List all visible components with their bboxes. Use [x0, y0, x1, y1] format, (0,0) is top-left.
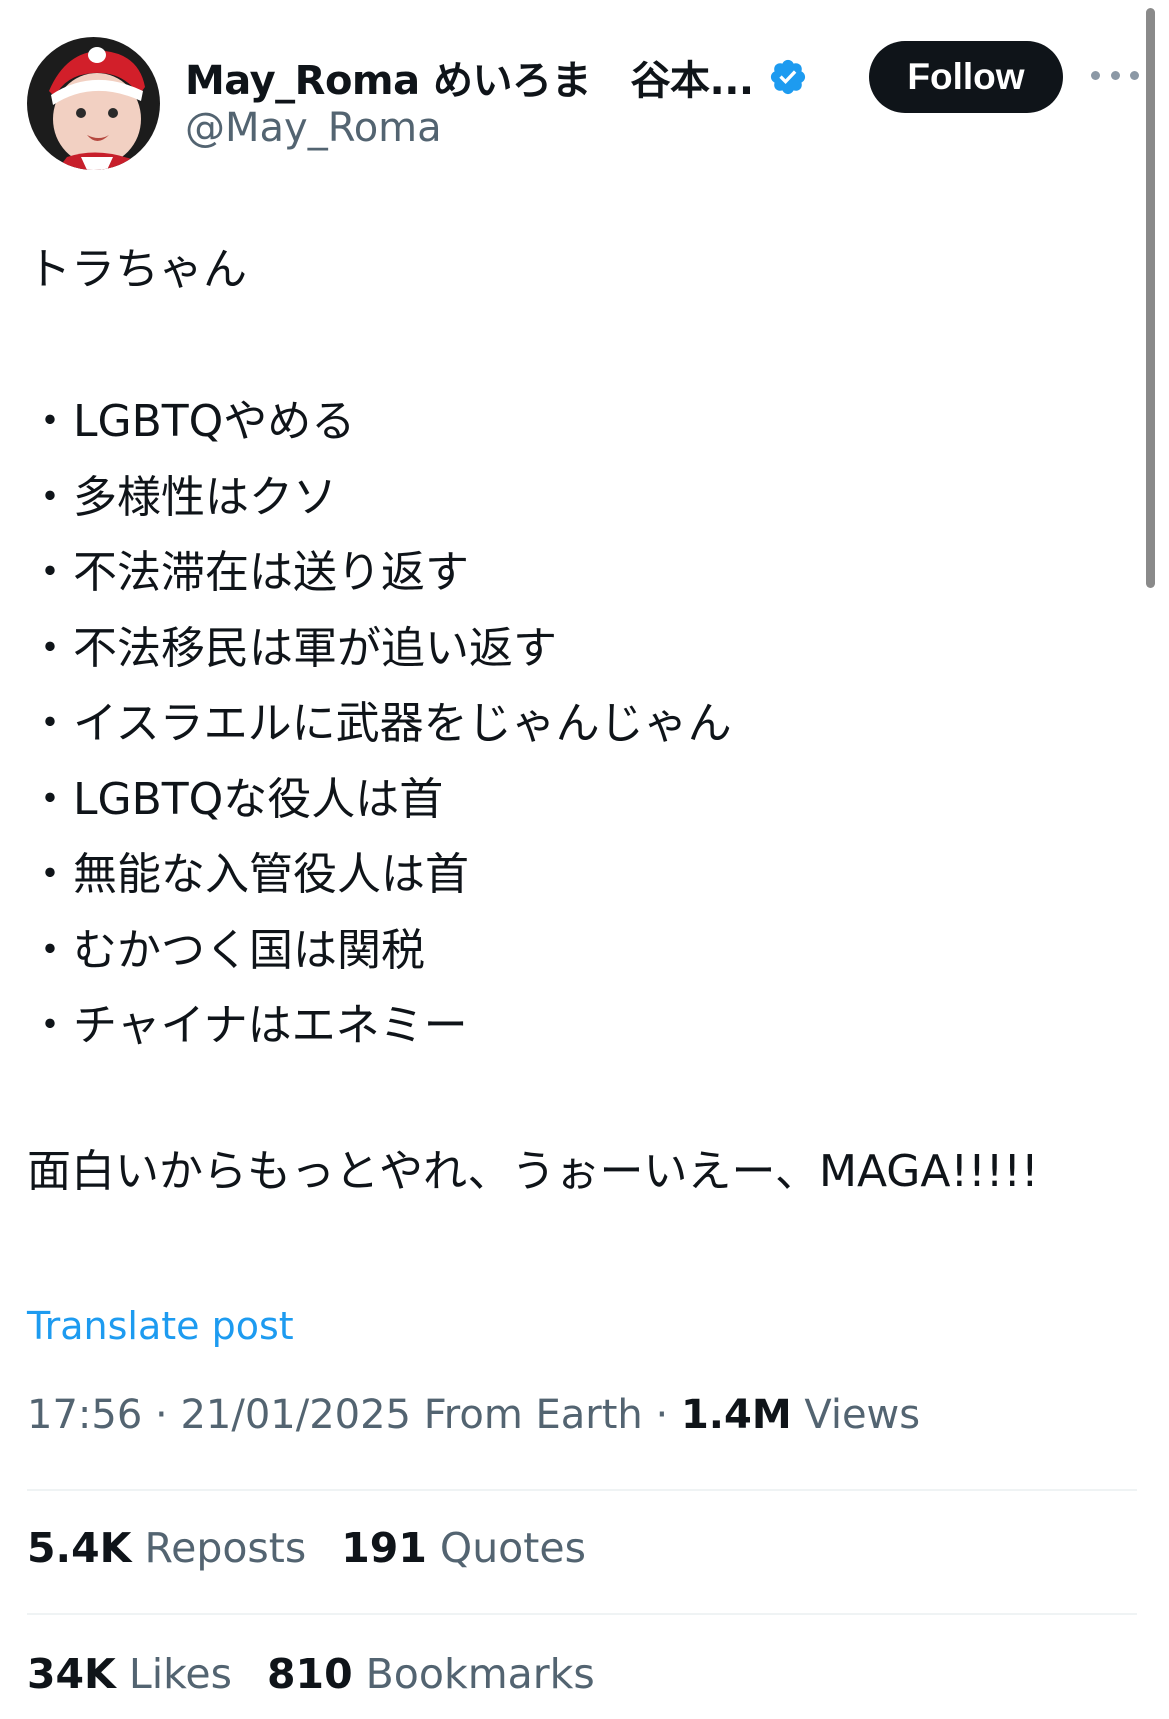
avatar[interactable]: [27, 37, 160, 170]
verified-badge-icon: [768, 57, 808, 97]
quotes-stat[interactable]: 191 Quotes: [341, 1524, 586, 1572]
views-label[interactable]: Views: [804, 1392, 920, 1438]
bullet-item: ・ 多様性はクソ: [27, 460, 1137, 536]
reposts-count: 5.4K: [27, 1524, 132, 1572]
reposts-stat[interactable]: 5.4K Reposts: [27, 1524, 306, 1572]
bullet-dot: ・: [28, 471, 72, 523]
likes-count: 34K: [27, 1650, 116, 1698]
likes-label: Likes: [128, 1650, 232, 1698]
divider: [27, 1613, 1137, 1615]
bullet-item: ・ LGBTQやめる: [27, 384, 1137, 460]
post-source: From Earth: [423, 1392, 643, 1438]
bullet-text: 多様性はクソ: [73, 471, 337, 523]
tweet-bullet-list: ・ LGBTQやめる ・ 多様性はクソ ・ 不法滞在は送り返す ・ 不法移民は軍…: [27, 384, 1137, 1064]
bullet-dot: ・: [28, 547, 72, 598]
name-row: May_Roma めいろま 谷本...: [185, 47, 808, 107]
quotes-count: 191: [341, 1524, 427, 1572]
quotes-label: Quotes: [439, 1524, 586, 1572]
bookmarks-stat[interactable]: 810 Bookmarks: [267, 1650, 595, 1698]
translate-post-link[interactable]: Translate post: [27, 1304, 294, 1348]
follow-button[interactable]: Follow: [869, 41, 1063, 113]
tweet-closing: 面白いからもっとやれ、うぉーいえー、MAGA!!!!!: [27, 1145, 1039, 1197]
bullet-text: 無能な入管役人は首: [73, 849, 469, 900]
bullet-item: ・ イスラエルに武器をじゃんじゃん: [27, 686, 1137, 762]
bullet-text: 不法滞在は送り返す: [73, 547, 469, 598]
meta-separator: ·: [655, 1392, 669, 1438]
views-count[interactable]: 1.4M: [681, 1392, 792, 1438]
more-options-icon[interactable]: [1091, 61, 1139, 89]
handle[interactable]: @May_Roma: [185, 105, 442, 151]
avatar-image: [27, 37, 160, 170]
stats-row-reposts: 5.4K Reposts 191 Quotes: [27, 1524, 608, 1572]
bullet-text: LGBTQやめる: [73, 396, 356, 447]
bullet-text: チャイナはエネミー: [73, 1000, 468, 1051]
bullet-dot: ・: [28, 773, 72, 825]
tweet-header: May_Roma めいろま 谷本... @May_Roma Follow: [27, 37, 1139, 172]
meta-separator: ·: [155, 1392, 168, 1438]
tweet-meta: 17:56 · 21/01/2025 From Earth · 1.4M Vie…: [27, 1392, 920, 1438]
post-time[interactable]: 17:56: [27, 1392, 142, 1438]
divider: [27, 1489, 1137, 1491]
bullet-item: ・ 不法移民は軍が追い返す: [27, 611, 1137, 687]
tweet-text: トラちゃん ・ LGBTQやめる ・ 多様性はクソ ・ 不法滞在は送り返す ・ …: [27, 240, 1137, 1205]
bullet-dot: ・: [28, 924, 72, 976]
bullet-dot: ・: [28, 396, 72, 447]
bookmarks-count: 810: [267, 1650, 353, 1698]
bullet-item: ・ チャイナはエネミー: [27, 988, 1137, 1064]
bullet-dot: ・: [28, 1000, 72, 1051]
bullet-item: ・ むかつく国は関税: [27, 913, 1137, 989]
bullet-item: ・ LGBTQな役人は首: [27, 762, 1137, 838]
scrollbar[interactable]: [1146, 8, 1155, 588]
bullet-dot: ・: [28, 849, 72, 900]
reposts-label: Reposts: [144, 1524, 307, 1572]
bullet-text: むかつく国は関税: [73, 924, 425, 976]
tweet-intro: トラちゃん: [27, 244, 247, 295]
likes-stat[interactable]: 34K Likes: [27, 1650, 232, 1698]
bullet-text: 不法移民は軍が追い返す: [73, 622, 557, 674]
bullet-item: ・ 無能な入管役人は首: [27, 837, 1137, 913]
display-name[interactable]: May_Roma めいろま 谷本...: [185, 48, 754, 106]
bookmarks-label: Bookmarks: [365, 1650, 595, 1698]
post-date[interactable]: 21/01/2025: [180, 1392, 411, 1438]
bullet-text: LGBTQな役人は首: [73, 773, 444, 825]
bullet-text: イスラエルに武器をじゃんじゃん: [73, 698, 732, 749]
bullet-dot: ・: [28, 698, 72, 749]
bullet-dot: ・: [28, 622, 72, 674]
bullet-item: ・ 不法滞在は送り返す: [27, 535, 1137, 611]
stats-row-likes: 34K Likes 810 Bookmarks: [27, 1650, 617, 1698]
